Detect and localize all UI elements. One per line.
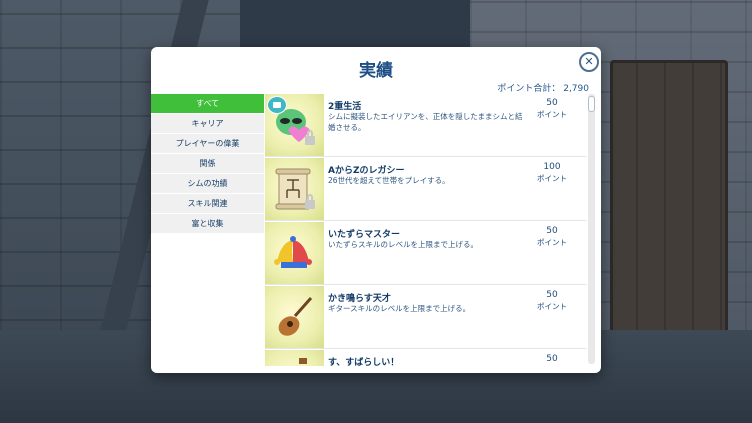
points-value: 50 — [546, 98, 558, 108]
achievement-row[interactable]: す、すばらしい！ 50 — [265, 350, 587, 366]
achievement-row[interactable]: AからZのレガシー 26世代を超えて世帯をプレイする。 100 ポイント — [265, 158, 587, 221]
points-unit: ポイント — [537, 110, 567, 119]
points-unit: ポイント — [537, 238, 567, 247]
points-unit: ポイント — [537, 302, 567, 311]
achievement-row[interactable]: いたずらマスター いたずらスキルのレベルを上限まで上げる。 50 ポイント — [265, 222, 587, 285]
achievement-points: 50 — [527, 354, 577, 365]
category-sim-accomplishments[interactable]: シムの功績 — [151, 174, 264, 193]
close-icon: ✕ — [584, 55, 594, 68]
achievement-thumbnail — [265, 158, 324, 220]
scroll-family-tree-icon — [275, 168, 311, 210]
category-sidebar: すべて キャリア プレイヤーの偉業 関係 シムの功績 スキル関連 富と収集 — [151, 94, 264, 234]
jester-hat-icon — [274, 236, 312, 268]
achievement-description: 26世代を超えて世帯をプレイする。 — [328, 176, 450, 185]
scrollbar-thumb[interactable] — [588, 96, 595, 112]
category-all[interactable]: すべて — [151, 94, 264, 113]
points-value: 50 — [546, 354, 558, 364]
points-value: 100 — [543, 162, 561, 172]
lock-icon — [305, 130, 315, 145]
achievement-title: す、すばらしい！ — [328, 358, 400, 366]
achievement-description: ギタースキルのレベルを上限まで上げる。 — [328, 304, 471, 313]
achievement-row[interactable]: 2重生活 シムに擬装したエイリアンを、正体を隠したままシムと結婚させる。 50 … — [265, 94, 587, 157]
achievement-list[interactable]: 2重生活 シムに擬装したエイリアンを、正体を隠したままシムと結婚させる。 50 … — [265, 94, 587, 366]
pack-badge-icon — [267, 96, 287, 114]
category-career[interactable]: キャリア — [151, 114, 264, 133]
points-unit: ポイント — [537, 174, 567, 183]
total-points: ポイント合計： 2,790 — [497, 84, 589, 94]
list-scrollbar[interactable] — [588, 94, 595, 364]
achievement-points: 50 ポイント — [527, 226, 577, 248]
achievement-points: 50 ポイント — [527, 98, 577, 120]
category-wealth-collections[interactable]: 富と収集 — [151, 214, 264, 233]
guitar-icon — [278, 297, 313, 336]
lock-icon — [305, 194, 315, 209]
points-value: 50 — [546, 226, 558, 236]
achievement-thumbnail — [265, 350, 324, 366]
dialog-title: 実績 — [359, 61, 393, 81]
category-relationships[interactable]: 関係 — [151, 154, 264, 173]
trophy-icon — [299, 358, 307, 364]
achievement-thumbnail — [265, 94, 324, 156]
category-player-feats[interactable]: プレイヤーの偉業 — [151, 134, 264, 153]
achievement-points: 100 ポイント — [527, 162, 577, 184]
close-button[interactable]: ✕ — [579, 52, 599, 72]
achievement-row[interactable]: かき鳴らす天才 ギタースキルのレベルを上限まで上げる。 50 ポイント — [265, 286, 587, 349]
achievement-description: いたずらスキルのレベルを上限まで上げる。 — [328, 240, 478, 249]
achievement-thumbnail — [265, 222, 324, 284]
achievement-thumbnail — [265, 286, 324, 348]
achievement-description: シムに擬装したエイリアンを、正体を隠したままシムと結婚させる。 — [328, 112, 523, 132]
achievements-dialog: 実績 ✕ ポイント合計： 2,790 すべて キャリア プレイヤーの偉業 関係 … — [151, 47, 601, 373]
category-skills[interactable]: スキル関連 — [151, 194, 264, 213]
points-value: 50 — [546, 290, 558, 300]
achievement-points: 50 ポイント — [527, 290, 577, 312]
